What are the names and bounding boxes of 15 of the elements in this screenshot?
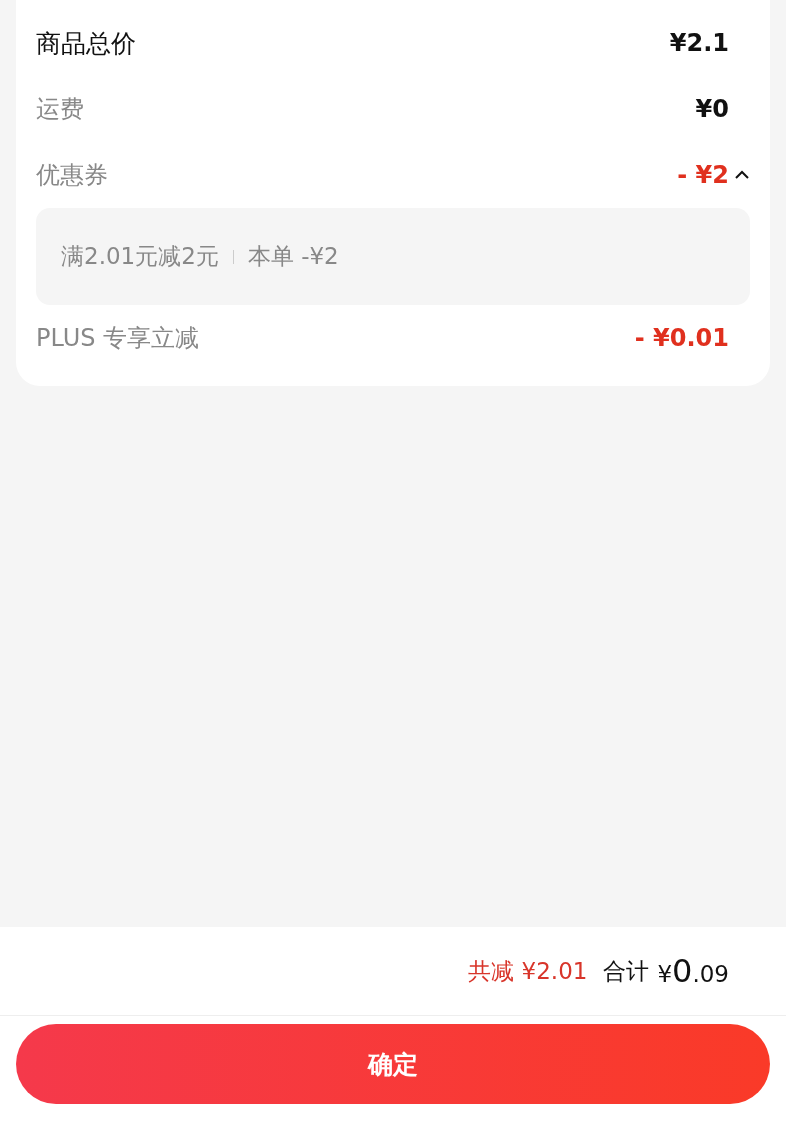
price-value: - ¥2 [677, 161, 729, 189]
total-label: 合计 [603, 956, 650, 986]
price-label: 运费 [36, 94, 84, 125]
price-value: ¥2.1 [669, 29, 729, 57]
saved-amount: 共减 ¥2.01 [468, 956, 588, 986]
chevron-icon[interactable] [734, 170, 750, 180]
coupon-rule: 满2.01元减2元 [61, 242, 219, 271]
price-label: 优惠券 [36, 160, 108, 191]
price-value: - ¥0.01 [634, 324, 729, 352]
confirm-button[interactable]: 确定 [16, 1024, 770, 1104]
price-label: PLUS 专享立减 [36, 323, 200, 354]
price-label: 商品总价 [36, 27, 136, 60]
coupon-saving: 本单 -¥2 [247, 242, 339, 271]
price-value: ¥0 [695, 95, 729, 123]
total-amount: ¥0.09 [657, 952, 729, 990]
